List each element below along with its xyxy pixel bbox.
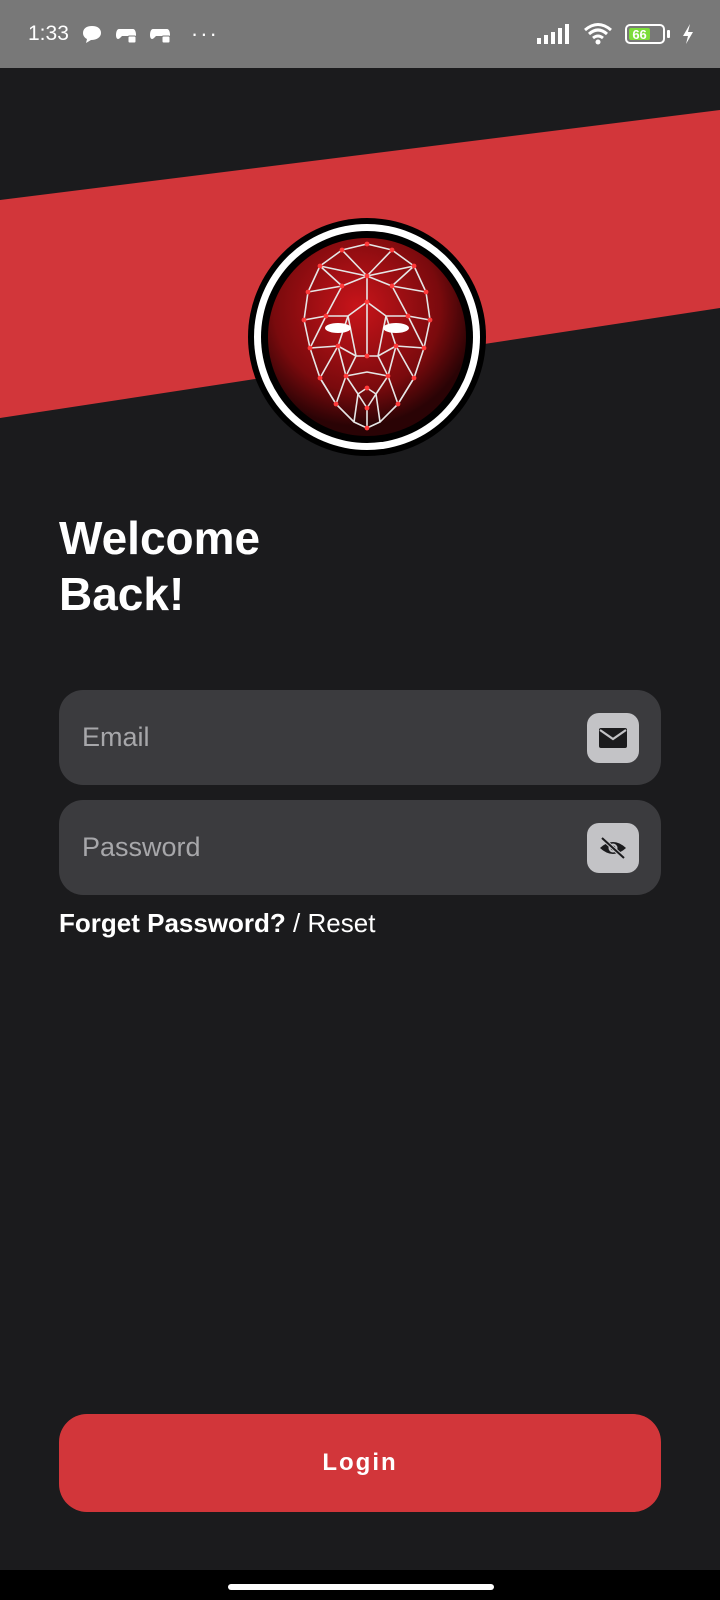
eye-off-icon[interactable] xyxy=(587,822,639,873)
welcome-line-1: Welcome xyxy=(59,512,261,564)
chat-bubble-icon xyxy=(82,26,101,43)
signal-icon xyxy=(537,24,569,44)
email-input[interactable] xyxy=(82,722,562,753)
welcome-line-2: Back! xyxy=(59,568,185,620)
email-field[interactable] xyxy=(59,690,661,785)
charging-icon xyxy=(683,24,693,44)
forgot-separator: / xyxy=(285,908,308,938)
welcome-heading: Welcome Back! xyxy=(59,510,260,622)
game-controller-icon xyxy=(149,29,171,44)
forgot-password-row: Forget Password? / Reset xyxy=(59,908,375,939)
battery-level: 66 xyxy=(629,27,651,42)
password-input[interactable] xyxy=(82,832,562,863)
password-field[interactable] xyxy=(59,800,661,895)
more-notifications-icon: ··· xyxy=(190,21,219,46)
home-indicator[interactable] xyxy=(228,1584,494,1590)
status-time: 1:33 xyxy=(28,22,69,45)
face-mesh-logo xyxy=(248,218,486,456)
reset-link[interactable]: Reset xyxy=(308,908,376,938)
forgot-password-label: Forget Password? xyxy=(59,908,286,938)
battery-icon: 66 xyxy=(625,24,670,44)
login-button[interactable]: Login xyxy=(59,1414,661,1512)
status-bar: 1:33 ··· 66 xyxy=(0,0,720,68)
wifi-icon xyxy=(584,23,612,45)
game-controller-icon xyxy=(115,29,137,44)
mail-icon xyxy=(587,712,639,763)
